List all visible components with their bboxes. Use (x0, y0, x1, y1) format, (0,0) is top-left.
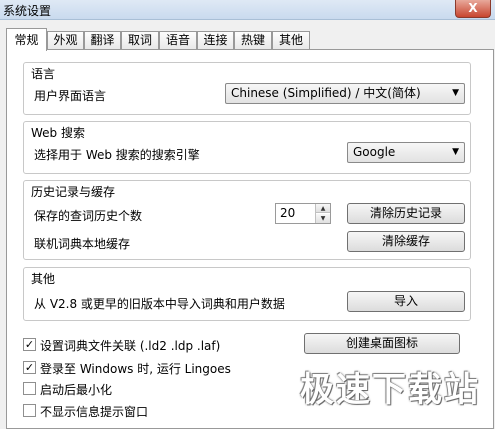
web-search-group: Web 搜索 选择用于 Web 搜索的搜索引擎 Google ▼ (23, 121, 471, 174)
run-at-login-checkbox[interactable]: ✓ (23, 361, 36, 374)
close-button[interactable]: X (455, 0, 491, 18)
tab-translate[interactable]: 翻译 (84, 31, 121, 50)
search-engine-label: 选择用于 Web 搜索的搜索引擎 (34, 148, 200, 162)
language-group-title: 语言 (31, 67, 56, 81)
language-group: 语言 用户界面语言 Chinese (Simplified) / 中文(简体) … (23, 62, 471, 115)
run-at-login-label: 登录至 Windows 时, 运行 Lingoes (40, 362, 231, 376)
minimize-on-start-checkbox[interactable] (23, 382, 36, 395)
clear-cache-button[interactable]: 清除缓存 (347, 231, 465, 252)
file-association-label: 设置词典文件关联 (.ld2 .ldp .laf) (40, 339, 221, 353)
chevron-down-icon: ▼ (452, 147, 459, 157)
hide-tips-label: 不显示信息提示窗口 (40, 405, 149, 419)
history-count-stepper[interactable]: 20 ▲ ▼ (275, 203, 331, 224)
tab-other[interactable]: 其他 (272, 31, 310, 50)
tab-general[interactable]: 常规 (6, 28, 47, 51)
file-association-checkbox[interactable]: ✓ (23, 338, 36, 351)
chevron-down-icon: ▼ (452, 88, 459, 98)
stepper-down-icon[interactable]: ▼ (316, 214, 330, 223)
watermark-logo: 极速下载站 (300, 370, 480, 410)
search-engine-select[interactable]: Google ▼ (347, 142, 465, 163)
create-desktop-icon-button[interactable]: 创建桌面图标 (304, 333, 460, 354)
ui-language-value: Chinese (Simplified) / 中文(简体) (231, 86, 421, 100)
tab-connection[interactable]: 连接 (197, 31, 234, 50)
tab-voice[interactable]: 语音 (159, 31, 197, 50)
stepper-up-icon[interactable]: ▲ (316, 204, 330, 213)
clear-history-button[interactable]: 清除历史记录 (347, 203, 465, 224)
import-button[interactable]: 导入 (347, 291, 465, 312)
ui-language-label: 用户界面语言 (34, 89, 107, 103)
tab-capture[interactable]: 取词 (121, 31, 159, 50)
title-bar: 系统设置 X (0, 0, 495, 20)
other-group: 其他 从 V2.8 或更早的旧版本中导入词典和用户数据 导入 (23, 267, 471, 321)
stepper-arrows: ▲ ▼ (315, 204, 330, 223)
tab-appearance[interactable]: 外观 (47, 31, 84, 50)
hide-tips-checkbox[interactable] (23, 404, 36, 417)
ui-language-select[interactable]: Chinese (Simplified) / 中文(简体) ▼ (225, 83, 465, 104)
history-group-title: 历史记录与缓存 (31, 185, 116, 199)
minimize-on-start-label: 启动后最小化 (40, 383, 113, 397)
online-cache-label: 联机词典本地缓存 (34, 237, 131, 251)
other-group-title: 其他 (31, 272, 56, 286)
search-engine-value: Google (353, 145, 396, 159)
tab-hotkeys[interactable]: 热键 (234, 31, 272, 50)
window-title: 系统设置 (3, 4, 52, 18)
history-count-value: 20 (280, 206, 296, 220)
history-cache-group: 历史记录与缓存 保存的查词历史个数 20 ▲ ▼ 清除历史记录 联机词典本地缓存… (23, 180, 471, 260)
import-label: 从 V2.8 或更早的旧版本中导入词典和用户数据 (34, 297, 285, 311)
history-count-label: 保存的查词历史个数 (34, 209, 143, 223)
web-search-group-title: Web 搜索 (31, 126, 85, 140)
